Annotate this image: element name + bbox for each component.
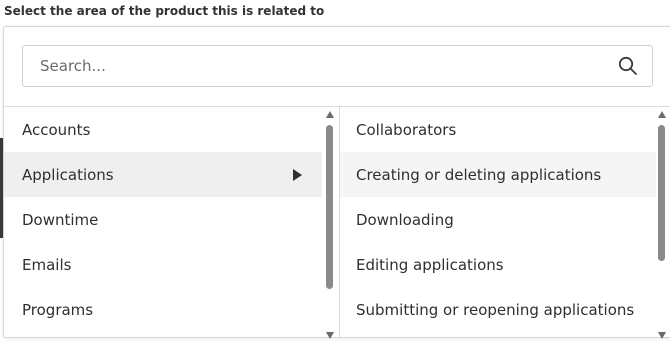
category-item-accounts[interactable]: Accounts [4,107,322,152]
subcategory-item-collaborators[interactable]: Collaborators [340,107,656,152]
subcategory-label: Submitting or reopening applications [356,300,635,319]
subcategory-list: Collaborators Creating or deleting appli… [339,107,670,337]
subcategory-label: Collaborators [356,120,457,139]
caret-right-icon [293,168,302,181]
subcategory-item-submitting[interactable]: Submitting or reopening applications [340,287,656,332]
category-label: Accounts [22,120,91,139]
category-label: Downtime [22,210,99,229]
subcategory-label: Creating or deleting applications [356,165,602,184]
scroll-up-arrow-icon[interactable] [658,111,666,118]
subcategory-item-editing[interactable]: Editing applications [340,242,656,287]
field-label: Select the area of the product this is r… [4,4,325,18]
subcategory-scrollbar[interactable] [656,109,668,341]
category-list: Accounts Applications Downtime Emails Pr… [4,107,338,337]
subcategory-item-downloading[interactable]: Downloading [340,197,656,242]
dropdown-panel: Accounts Applications Downtime Emails Pr… [3,26,670,341]
subcategory-item-creating-deleting[interactable]: Creating or deleting applications [340,152,656,197]
scroll-down-arrow-icon[interactable] [326,332,334,339]
search-box [22,45,653,87]
category-item-applications[interactable]: Applications [4,152,322,197]
category-scrollbar[interactable] [324,109,336,341]
scrollbar-thumb[interactable] [326,125,333,289]
category-label: Emails [22,255,72,274]
search-icon[interactable] [616,54,640,78]
subcategory-label: Downloading [356,210,454,229]
scroll-up-arrow-icon[interactable] [326,111,334,118]
subcategory-label: Editing applications [356,255,504,274]
scrollbar-thumb[interactable] [658,125,665,261]
category-item-programs[interactable]: Programs [4,287,322,332]
search-input[interactable] [23,46,616,86]
category-item-downtime[interactable]: Downtime [4,197,322,242]
category-label: Programs [22,300,94,319]
scroll-down-arrow-icon[interactable] [658,332,666,339]
category-item-emails[interactable]: Emails [4,242,322,287]
category-label: Applications [22,165,114,184]
